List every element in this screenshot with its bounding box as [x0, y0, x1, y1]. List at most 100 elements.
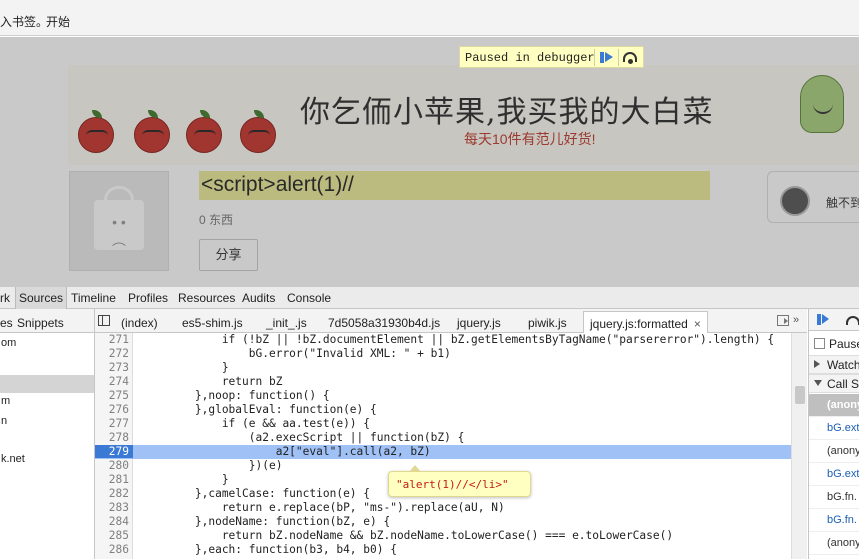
code-line[interactable]: 278 (a2.execScript || function(bZ) {	[95, 431, 807, 445]
line-number[interactable]: 280	[95, 459, 129, 472]
debugger-sidebar: Pause Watch Call St (anony bG.ext (anony…	[808, 309, 859, 559]
line-number[interactable]: 286	[95, 543, 129, 556]
file-tab-jquery-formatted[interactable]: jquery.js:formatted ×	[583, 311, 708, 333]
tab-sources[interactable]: Sources	[15, 287, 68, 309]
code-line[interactable]: 273 }	[95, 361, 807, 375]
call-frame[interactable]: bG.fn.	[809, 509, 859, 532]
line-number[interactable]: 271	[95, 333, 129, 346]
tab-console[interactable]: Console	[287, 291, 331, 305]
bookmarks-bar: 入书签。 开始	[0, 0, 859, 36]
toggle-navigator-icon[interactable]	[98, 315, 110, 326]
web-page: 你乞侕小苹果,我买我的大白菜 每天10件有范儿好货! • • ︵ <script>…	[0, 37, 859, 287]
call-frame[interactable]: (anony	[809, 440, 859, 463]
tab-resources[interactable]: Resources	[178, 291, 235, 305]
code-text: }	[141, 473, 229, 486]
file-tab-7d5058[interactable]: 7d5058a31930b4d.js	[328, 316, 440, 330]
line-number[interactable]: 275	[95, 389, 129, 402]
callstack-section-header[interactable]: Call St	[809, 374, 859, 393]
close-icon[interactable]: ×	[694, 317, 701, 331]
file-tab-init[interactable]: _init_.js	[266, 316, 307, 330]
file-tab-es5-shim[interactable]: es5-shim.js	[182, 316, 243, 330]
line-number[interactable]: 282	[95, 487, 129, 500]
code-line[interactable]: 275 },noop: function() {	[95, 389, 807, 403]
line-number[interactable]: 273	[95, 361, 129, 374]
code-line-current[interactable]: 279 a2["eval"].call(a2, bZ)	[95, 445, 807, 459]
expand-icon	[814, 360, 820, 368]
resume-button[interactable]	[594, 49, 616, 66]
line-number[interactable]: 272	[95, 347, 129, 360]
callstack-label: Call St	[827, 377, 859, 391]
call-frame[interactable]: (anony	[809, 532, 859, 555]
call-frame-selected[interactable]: (anony	[809, 394, 859, 417]
debugger-toolbar	[809, 309, 859, 331]
navigator-item[interactable]	[0, 355, 94, 373]
scrollbar-thumb[interactable]	[795, 386, 805, 404]
line-number[interactable]: 277	[95, 417, 129, 430]
tab-timeline[interactable]: Timeline	[71, 291, 116, 305]
code-line[interactable]: 283 return e.replace(bP, "ms-").replace(…	[95, 501, 807, 515]
toggle-debugger-icon[interactable]	[777, 315, 789, 326]
call-frame[interactable]: bG.ext	[809, 463, 859, 486]
line-number[interactable]: 279	[95, 445, 133, 458]
tab-audits[interactable]: Audits	[242, 291, 275, 305]
tab-profiles[interactable]: Profiles	[128, 291, 168, 305]
code-line[interactable]: 286 },each: function(b3, b4, b0) {	[95, 543, 807, 557]
file-tab-piwik[interactable]: piwik.js	[528, 316, 567, 330]
pause-on-exceptions[interactable]: Pause	[809, 335, 859, 353]
code-text: return bZ.nodeName && bZ.nodeName.toLowe…	[141, 529, 674, 542]
call-frame[interactable]: bG.fn.	[809, 486, 859, 509]
code-line[interactable]: 271 if (!bZ || !bZ.documentElement || bZ…	[95, 333, 807, 347]
more-tabs-icon[interactable]: »	[793, 314, 799, 326]
step-over-button[interactable]	[618, 49, 640, 66]
navigator-item[interactable]: m	[0, 395, 94, 413]
code-text: if (!bZ || !bZ.documentElement || bZ.get…	[141, 333, 775, 346]
navigator-tab-sources[interactable]: es	[0, 316, 13, 330]
file-tab-jquery[interactable]: jquery.js	[457, 316, 501, 330]
navigator-item[interactable]: k.net	[0, 453, 94, 471]
watch-section-header[interactable]: Watch	[809, 355, 859, 374]
line-number[interactable]: 284	[95, 515, 129, 528]
code-text: }	[141, 361, 229, 374]
line-number[interactable]: 274	[95, 375, 129, 388]
code-line[interactable]: 274 return bZ	[95, 375, 807, 389]
line-number[interactable]: 278	[95, 431, 129, 444]
value-popover: "alert(1)//</li>"	[388, 465, 531, 497]
code-text: return bZ	[141, 375, 283, 388]
code-line[interactable]: 272 bG.error("Invalid XML: " + b1)	[95, 347, 807, 361]
code-line[interactable]: 285 return bZ.nodeName && bZ.nodeName.to…	[95, 529, 807, 543]
editor-scrollbar[interactable]	[791, 333, 807, 559]
line-number[interactable]: 276	[95, 403, 129, 416]
resume-icon	[600, 52, 604, 63]
step-over-icon[interactable]	[846, 316, 859, 325]
navigator-item[interactable]	[0, 435, 94, 453]
file-tabs: (index) es5-shim.js _init_.js 7d5058a319…	[95, 309, 807, 333]
code-text: },camelCase: function(e) {	[141, 487, 371, 500]
line-number[interactable]: 281	[95, 473, 129, 486]
code-text: },nodeName: function(bZ, e) {	[141, 515, 391, 528]
navigator-item[interactable]: om	[0, 337, 94, 355]
code-view[interactable]: 271 if (!bZ || !bZ.documentElement || bZ…	[95, 333, 807, 559]
line-number[interactable]: 285	[95, 529, 129, 542]
resume-icon[interactable]	[817, 314, 821, 325]
checkbox[interactable]	[814, 338, 825, 349]
devtools-panel: rk Sources Timeline Profiles Resources A…	[0, 287, 859, 559]
code-line[interactable]: 284 },nodeName: function(bZ, e) {	[95, 515, 807, 529]
paused-in-debugger-banner: Paused in debugger	[459, 46, 644, 68]
paused-text: Paused in debugger	[465, 51, 595, 65]
code-text: return e.replace(bP, "ms-").replace(aU, …	[141, 501, 505, 514]
bookmarks-hint: 入书签。	[0, 15, 49, 29]
popover-value: "alert(1)//</li>"	[396, 478, 509, 491]
code-line[interactable]: 277 if (e && aa.test(e)) {	[95, 417, 807, 431]
sources-navigator: es Snippets om m n k.net	[0, 309, 95, 559]
collapse-icon	[814, 380, 822, 386]
navigator-item-selected[interactable]	[0, 375, 94, 393]
navigator-tab-snippets[interactable]: Snippets	[17, 316, 64, 330]
tab-network[interactable]: rk	[0, 291, 10, 305]
navigator-item[interactable]: n	[0, 415, 94, 433]
source-editor: (index) es5-shim.js _init_.js 7d5058a319…	[95, 309, 807, 559]
bookmark-start[interactable]: 开始	[46, 13, 70, 30]
line-number[interactable]: 283	[95, 501, 129, 514]
call-frame[interactable]: bG.ext	[809, 417, 859, 440]
file-tab-index[interactable]: (index)	[121, 316, 158, 330]
code-line[interactable]: 276 },globalEval: function(e) {	[95, 403, 807, 417]
